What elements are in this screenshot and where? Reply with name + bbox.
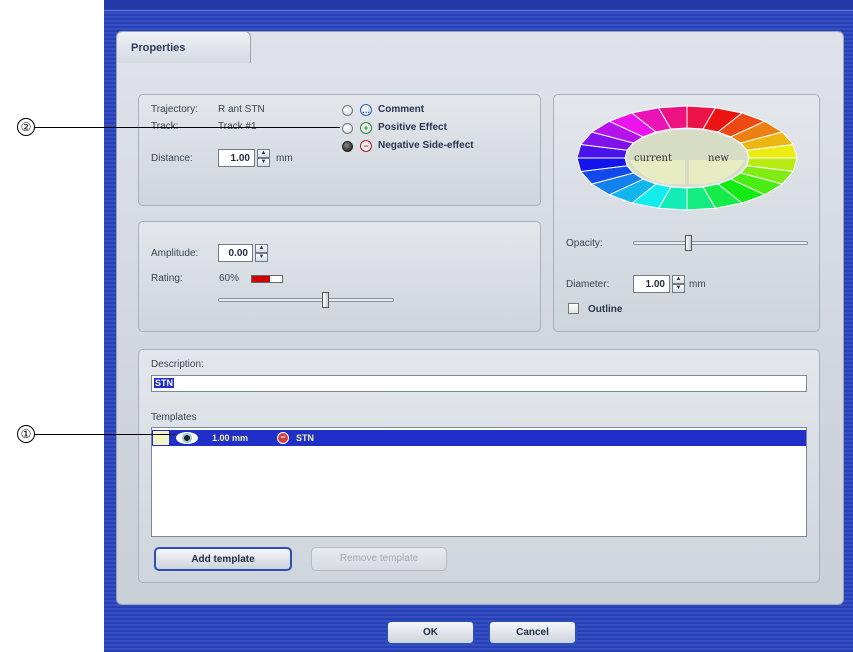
effect-option-label[interactable]: Comment [378, 104, 424, 115]
diameter-unit: mm [689, 279, 706, 290]
chevron-down-icon[interactable]: ▼ [672, 284, 685, 293]
chevron-up-icon[interactable]: ▲ [257, 149, 270, 158]
callout-one: ① [17, 425, 35, 443]
tab-properties-label: Properties [131, 42, 186, 54]
distance-stepper-arrows[interactable]: ▲ ▼ [257, 149, 270, 167]
rating-slider-track[interactable] [218, 298, 394, 302]
description-label: Description: [151, 359, 204, 370]
rating-slider-thumb[interactable] [322, 292, 329, 308]
diameter-label: Diameter: [566, 279, 610, 290]
tab-properties[interactable]: Properties [116, 31, 251, 63]
distance-field[interactable]: 1.00 [218, 149, 255, 167]
description-group: Description: STN Templates 1.00 mm − STN A… [138, 349, 820, 583]
opacity-label: Opacity: [566, 238, 603, 249]
application-background: Properties Trajectory: R ant STN Track: … [104, 0, 853, 652]
opacity-slider-track[interactable] [633, 241, 808, 245]
amplitude-group: Amplitude: 0.00 ▲ ▼ Rating: 60% [138, 221, 541, 332]
chevron-down-icon[interactable]: ▼ [255, 253, 268, 262]
description-input[interactable]: STN [151, 375, 807, 392]
effect-radio-3[interactable] [342, 141, 353, 152]
rating-label: Rating: [151, 273, 183, 284]
plus-icon: + [360, 122, 372, 134]
templates-label: Templates [151, 412, 197, 423]
outline-label[interactable]: Outline [588, 304, 622, 315]
track-group: Trajectory: R ant STN Track: Track #1 Di… [138, 94, 541, 206]
comment-icon: … [360, 104, 372, 116]
cancel-button[interactable]: Cancel [488, 620, 577, 645]
effect-option-label[interactable]: Negative Side-effect [378, 140, 474, 151]
distance-stepper[interactable]: 1.00 ▲ ▼ [218, 149, 270, 167]
eye-icon[interactable] [176, 432, 198, 444]
diameter-field[interactable]: 1.00 [633, 275, 670, 293]
color-group: current new Opacity: Diameter: 1.00 ▲ ▼ … [553, 94, 820, 332]
trajectory-value: R ant STN [218, 104, 265, 115]
color-new-label: new [708, 153, 729, 164]
amplitude-field[interactable]: 0.00 [218, 244, 253, 262]
amplitude-label: Amplitude: [151, 248, 199, 259]
color-current-label: current [634, 153, 672, 164]
minus-icon: − [360, 140, 372, 152]
rating-value: 60% [219, 273, 240, 284]
trajectory-label: Trajectory: [151, 104, 198, 115]
template-name: STN [296, 433, 314, 443]
add-template-button[interactable]: Add template [154, 547, 292, 571]
effect-radio-1[interactable] [342, 105, 353, 116]
diameter-stepper[interactable]: 1.00 ▲ ▼ [633, 275, 685, 293]
color-wheel[interactable] [572, 103, 802, 213]
diameter-stepper-arrows[interactable]: ▲ ▼ [672, 275, 685, 293]
amplitude-stepper[interactable]: 0.00 ▲ ▼ [218, 244, 268, 262]
opacity-slider-thumb[interactable] [685, 235, 692, 251]
ok-button[interactable]: OK [386, 620, 475, 645]
distance-unit: mm [276, 153, 293, 164]
description-value: STN [154, 378, 174, 388]
rating-bar-fill [252, 276, 270, 282]
effect-option-label[interactable]: Positive Effect [378, 122, 447, 133]
callout-one-line [35, 434, 175, 435]
templates-list[interactable]: 1.00 mm − STN [151, 427, 807, 537]
top-bar [104, 0, 853, 11]
minus-icon: − [277, 432, 289, 444]
table-row[interactable]: 1.00 mm − STN [152, 430, 806, 446]
template-distance: 1.00 mm [212, 433, 249, 443]
outline-checkbox[interactable] [568, 303, 579, 314]
effect-radio-2[interactable] [342, 123, 353, 134]
remove-template-button[interactable]: Remove template [311, 547, 447, 571]
callout-two-line [35, 127, 340, 128]
rating-bar [251, 275, 283, 283]
chevron-down-icon[interactable]: ▼ [257, 158, 270, 167]
amplitude-stepper-arrows[interactable]: ▲ ▼ [255, 244, 268, 262]
callout-two: ② [17, 118, 35, 136]
chevron-up-icon[interactable]: ▲ [255, 244, 268, 253]
distance-label: Distance: [151, 153, 193, 164]
chevron-up-icon[interactable]: ▲ [672, 275, 685, 284]
